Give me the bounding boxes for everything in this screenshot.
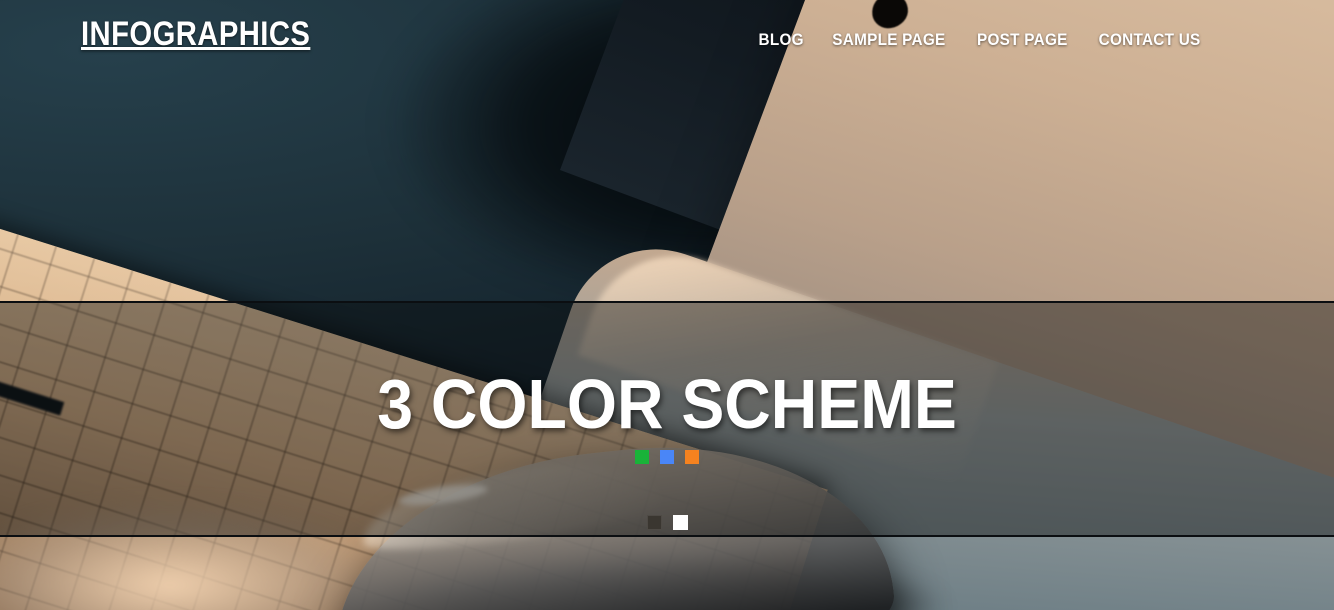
- nav-item-contact-us[interactable]: CONTACT US: [1089, 31, 1209, 48]
- nav-item-post-page[interactable]: POST PAGE: [968, 31, 1077, 48]
- site-header: INFOGRAPHICS BLOG SAMPLE PAGE POST PAGE …: [0, 0, 1334, 82]
- slider-pagination: [0, 515, 1334, 530]
- slider-dot-2[interactable]: [672, 515, 688, 530]
- nav-item-sample-page[interactable]: SAMPLE PAGE: [824, 31, 955, 48]
- hero-slider: INFOGRAPHICS BLOG SAMPLE PAGE POST PAGE …: [0, 0, 1334, 610]
- orange-swatch: [685, 450, 699, 464]
- site-logo[interactable]: INFOGRAPHICS: [81, 17, 310, 51]
- nav-item-blog[interactable]: BLOG: [750, 31, 813, 48]
- slide-title: 3 COLOR SCHEME: [377, 365, 957, 443]
- green-swatch: [635, 450, 649, 464]
- blue-swatch: [660, 450, 674, 464]
- slider-dot-1[interactable]: [646, 515, 662, 530]
- main-navigation: BLOG SAMPLE PAGE POST PAGE CONTACT US: [746, 31, 1216, 48]
- color-swatch-group: [635, 450, 699, 464]
- slide-caption: 3 COLOR SCHEME: [0, 301, 1334, 537]
